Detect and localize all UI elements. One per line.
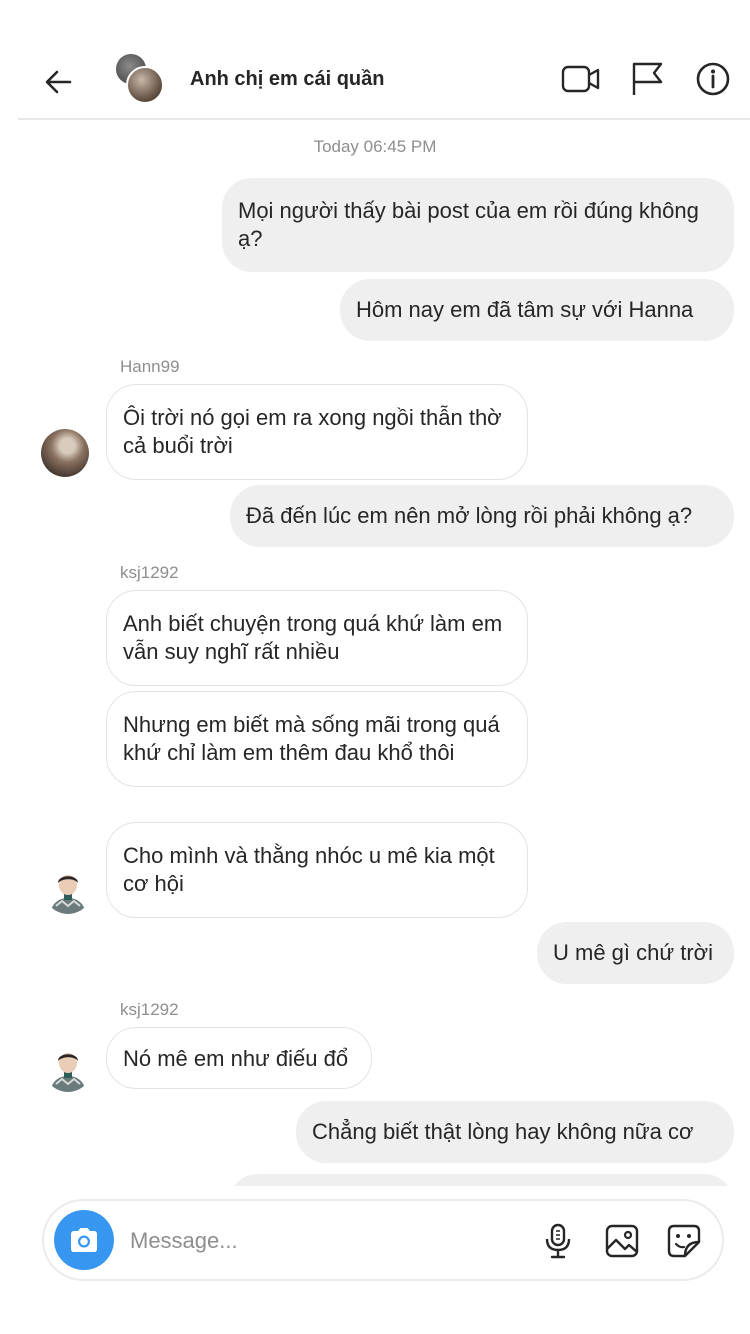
video-call-button[interactable] [560, 58, 602, 100]
microphone-icon [545, 1223, 571, 1259]
camera-icon [71, 1228, 97, 1252]
gallery-icon [605, 1224, 639, 1258]
user-avatar-icon [50, 875, 86, 914]
incoming-message[interactable]: Nhưng em biết mà sống mãi trong quá khứ … [106, 691, 528, 787]
member-avatar [126, 66, 164, 104]
voice-message-button[interactable] [536, 1219, 580, 1263]
avatar[interactable] [41, 429, 89, 477]
thread-timestamp: Today 06:45 PM [313, 137, 437, 156]
back-button[interactable] [40, 64, 76, 100]
outgoing-message-partial [228, 1174, 734, 1186]
chat-header: Anh chị em cái quần [18, 44, 750, 120]
camera-button[interactable] [54, 1210, 114, 1270]
outgoing-message[interactable]: Mọi người thấy bài post của em rồi đúng … [222, 178, 734, 272]
outgoing-message[interactable]: Chẳng biết thật lòng hay không nữa cơ [296, 1101, 734, 1163]
user-avatar-icon [50, 1053, 86, 1092]
sticker-icon [667, 1224, 701, 1258]
group-avatar[interactable] [114, 52, 166, 104]
video-call-icon [561, 65, 600, 93]
chat-title[interactable]: Anh chị em cái quần [190, 68, 384, 91]
report-button[interactable] [626, 58, 668, 100]
flag-icon [632, 62, 663, 95]
info-button[interactable] [692, 58, 734, 100]
info-icon [696, 62, 730, 96]
avatar[interactable] [44, 1044, 92, 1092]
avatar[interactable] [44, 866, 92, 914]
sender-name: ksj1292 [120, 563, 179, 582]
incoming-message[interactable]: Anh biết chuyện trong quá khứ làm em vẫn… [106, 590, 528, 686]
gallery-button[interactable] [600, 1219, 644, 1263]
outgoing-message[interactable]: U mê gì chứ trời [537, 922, 734, 984]
sender-name: Hann99 [120, 357, 180, 376]
outgoing-message[interactable]: Đã đến lúc em nên mở lòng rồi phải không… [230, 485, 734, 547]
incoming-message[interactable]: Nó mê em như điếu đổ [106, 1027, 372, 1089]
incoming-message[interactable]: Ôi trời nó gọi em ra xong ngồi thẫn thờ … [106, 384, 528, 480]
message-composer [42, 1199, 724, 1281]
message-clip [228, 1174, 734, 1186]
sticker-button[interactable] [662, 1219, 706, 1263]
back-arrow-icon [45, 70, 72, 94]
message-input[interactable] [130, 1221, 490, 1261]
sender-name: ksj1292 [120, 1000, 179, 1019]
outgoing-message[interactable]: Hôm nay em đã tâm sự với Hanna [340, 279, 734, 341]
incoming-message[interactable]: Cho mình và thằng nhóc u mê kia một cơ h… [106, 822, 528, 918]
